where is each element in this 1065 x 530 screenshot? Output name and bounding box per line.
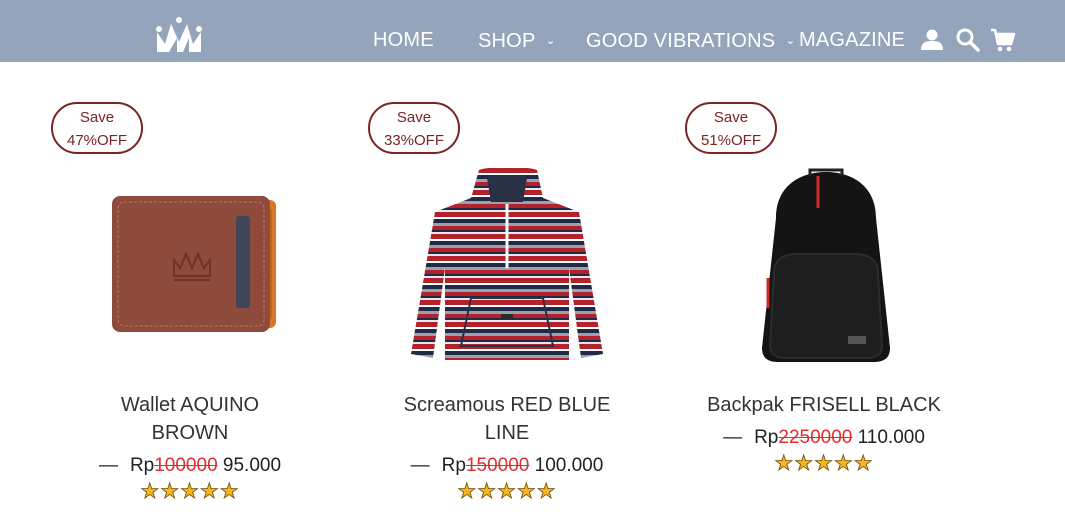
nav-home[interactable]: HOME [373, 29, 434, 51]
nav-shop[interactable]: SHOP ⌄ [478, 29, 556, 52]
wallet-product-image[interactable] [110, 194, 280, 334]
user-icon[interactable] [919, 27, 945, 53]
price-dash: — [98, 455, 118, 476]
old-price: 150000 [465, 455, 530, 476]
nav-good-vibrations[interactable]: GOOD VIBRATIONS ⌄ [586, 29, 796, 52]
old-price: 2250000 [778, 427, 853, 448]
nav-good-vibrations-label: GOOD VIBRATIONS [586, 30, 776, 52]
product-card-backpack[interactable]: Save 51%OFF Backpak FRISELL BLACK — Rp225… [674, 62, 974, 530]
star-rating: ★★★★★ [457, 480, 557, 503]
main-nav: HOME SHOP ⌄ GOOD VIBRATIONS ⌄ MAGAZINE [0, 0, 1065, 62]
discount-badge: Save 51%OFF [685, 102, 777, 154]
badge-save-label: Save [713, 109, 749, 126]
product-price: — Rp150000 100.000 [357, 454, 657, 478]
price-dash: — [723, 427, 743, 448]
badge-percent: 33%OFF [383, 132, 444, 149]
product-title[interactable]: Screamous RED BLUE LINE [387, 391, 627, 447]
star-rating: ★★★★★ [140, 480, 240, 503]
product-title[interactable]: Wallet AQUINO BROWN [70, 391, 310, 447]
product-title-line1: Screamous RED BLUE [403, 394, 611, 416]
price-currency: Rp [754, 427, 779, 448]
product-title-line1: Backpak FRISELL BLACK [707, 394, 941, 416]
discount-badge: Save 47%OFF [51, 102, 143, 154]
badge-percent: 51%OFF [700, 132, 761, 149]
price-currency: Rp [129, 455, 155, 476]
hoodie-product-image[interactable] [409, 168, 605, 364]
badge-percent: 47%OFF [66, 132, 127, 149]
chevron-down-icon: ⌄ [545, 33, 556, 47]
product-price: — Rp2250000 110.000 [674, 426, 974, 450]
chevron-down-icon: ⌄ [785, 33, 796, 47]
nav-magazine[interactable]: MAGAZINE [799, 29, 905, 51]
search-icon[interactable] [955, 27, 981, 53]
new-price: 110.000 [857, 427, 925, 448]
product-title-line1: Wallet AQUINO [120, 394, 260, 416]
badge-save-label: Save [79, 109, 115, 126]
nav-shop-label: SHOP [478, 30, 536, 52]
product-card-wallet[interactable]: Save 47%OFF Wallet AQUINO BROWN — Rp10000… [40, 62, 340, 530]
site-header: HOME SHOP ⌄ GOOD VIBRATIONS ⌄ MAGAZINE [0, 0, 1065, 62]
badge-save-label: Save [396, 109, 432, 126]
product-card-hoodie[interactable]: Save 33%OFF Screamous RED BLUE LINE — Rp1… [357, 62, 657, 530]
product-title-line2: BROWN [151, 422, 229, 444]
new-price: 100.000 [534, 455, 604, 476]
old-price: 100000 [154, 455, 218, 476]
nav-home-label: HOME [373, 29, 434, 51]
star-rating: ★★★★★ [774, 452, 874, 475]
backpack-product-image[interactable] [756, 168, 896, 364]
product-price: — Rp100000 95.000 [40, 454, 340, 478]
product-title[interactable]: Backpak FRISELL BLACK [704, 391, 944, 419]
product-title-line2: LINE [484, 422, 530, 444]
price-dash: — [410, 455, 430, 476]
discount-badge: Save 33%OFF [368, 102, 460, 154]
new-price: 95.000 [222, 455, 282, 476]
nav-magazine-label: MAGAZINE [799, 29, 906, 51]
price-currency: Rp [441, 455, 466, 476]
cart-icon[interactable] [990, 27, 1016, 53]
